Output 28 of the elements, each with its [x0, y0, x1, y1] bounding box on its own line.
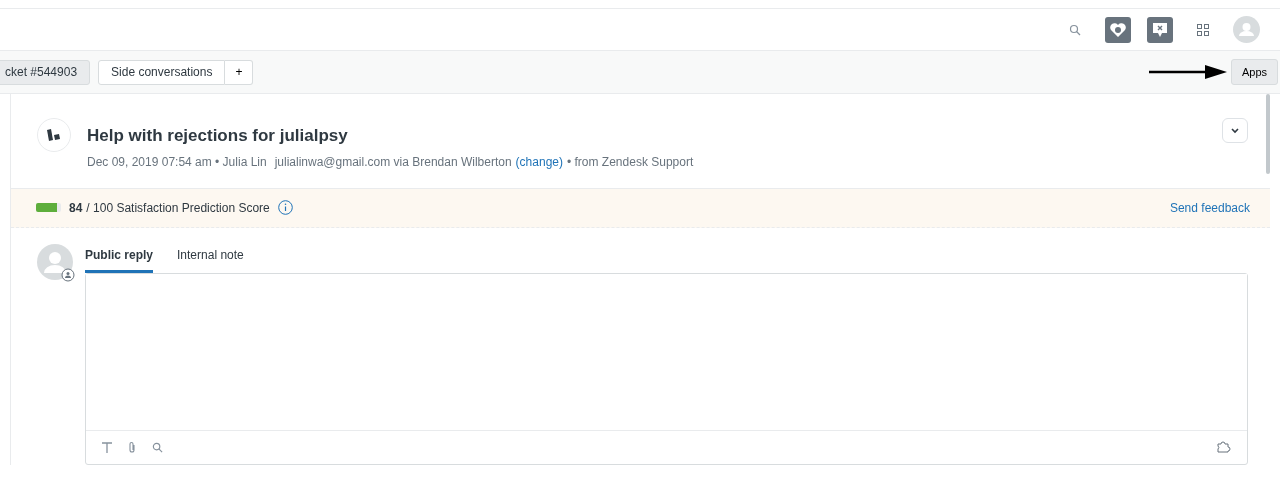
composer-tab[interactable]: Internal note — [177, 245, 244, 273]
arrow-icon — [1148, 65, 1227, 79]
paperclip-icon[interactable] — [128, 440, 136, 454]
add-tab-button[interactable]: + — [225, 59, 254, 85]
search-icon[interactable] — [1069, 23, 1081, 36]
score-label: / 100 Satisfaction Prediction Score — [86, 199, 270, 217]
chat-close-icon[interactable] — [1147, 16, 1173, 43]
dropdown-button[interactable] — [1222, 118, 1248, 143]
search-icon[interactable] — [152, 441, 163, 453]
send-feedback-link[interactable]: Send feedback — [1169, 198, 1250, 217]
heart-app-icon[interactable] — [1105, 16, 1131, 43]
ticket-title: Help with rejections for julialpsy — [87, 125, 349, 147]
info-icon[interactable] — [277, 200, 293, 215]
text-format-icon[interactable] — [102, 441, 112, 453]
scrollbar[interactable] — [1266, 94, 1270, 174]
brand-logo-icon — [37, 118, 71, 152]
score-meter — [36, 203, 61, 212]
apps-button[interactable]: Apps — [1230, 58, 1278, 86]
ticket-tab[interactable]: Side conversations — [98, 59, 226, 85]
ticket-meta: Dec 09, 2019 07:54 am • Julia Lin — [87, 153, 267, 171]
score-value: 84 — [69, 199, 83, 217]
caret-icon — [1231, 127, 1239, 134]
change-link[interactable]: (change) — [515, 152, 563, 171]
grid-icon[interactable] — [1197, 23, 1209, 36]
user-avatar-icon — [37, 243, 77, 284]
requester-email: julialinwa@gmail.com via Brendan Wilberton — [274, 153, 512, 171]
ticket-source: • from Zendesk Support — [567, 153, 694, 171]
ticket-tab[interactable]: cket #544903 — [0, 59, 91, 85]
